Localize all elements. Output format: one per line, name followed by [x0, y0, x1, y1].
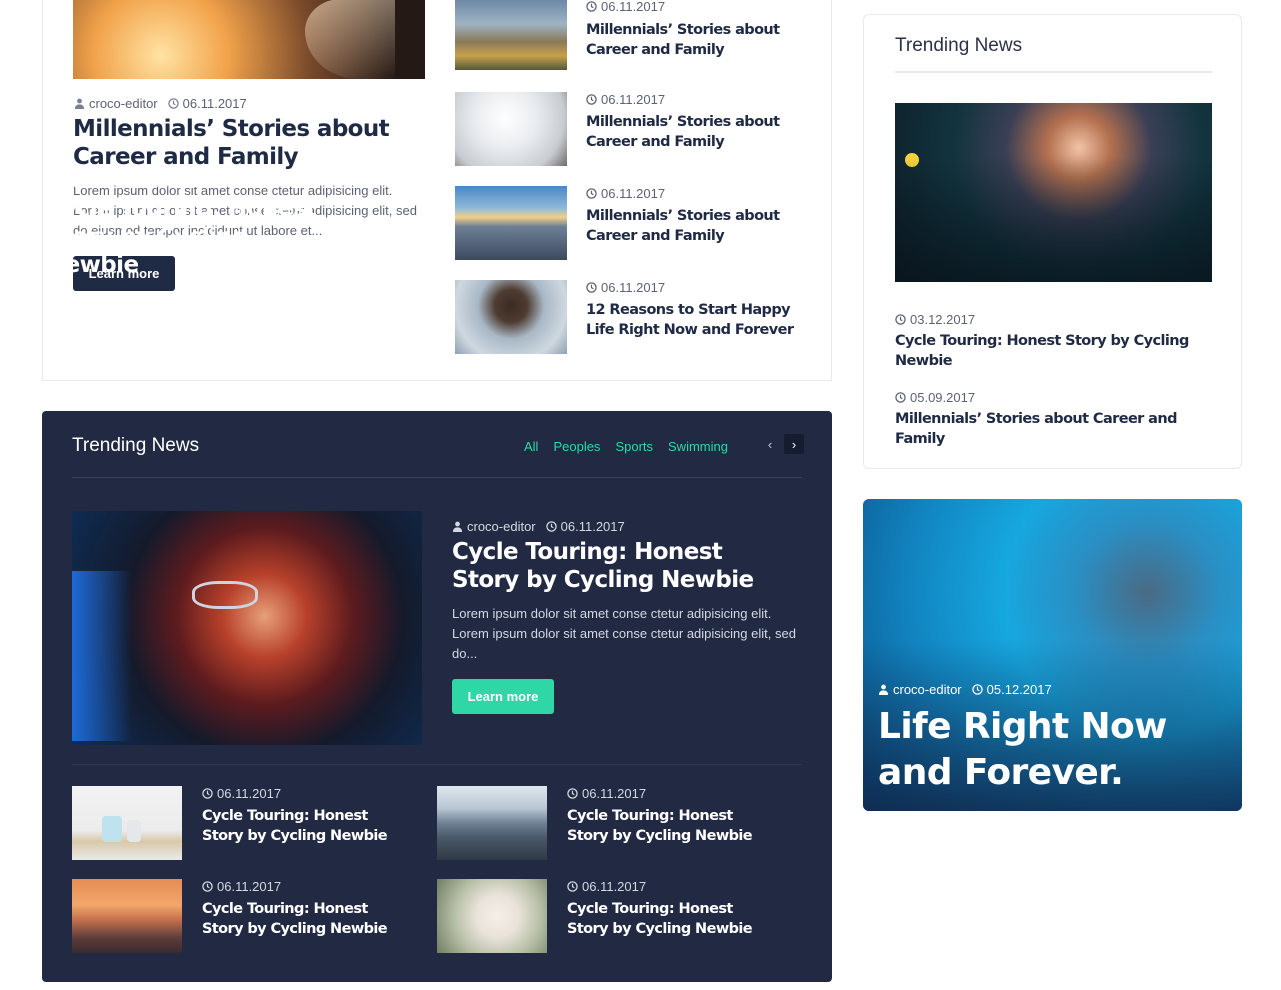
post-date: 06.11.2017 [217, 879, 282, 894]
list-item: 06.11.2017 Millennials’ Stories about Ca… [455, 0, 795, 76]
clock-icon [895, 392, 906, 403]
list-item: 06.11.2017 12 Reasons to Start Happy Lif… [455, 280, 795, 356]
list-item: 05.09.2017 Millennials’ Stories about Ca… [895, 390, 1195, 449]
post-title[interactable]: Cycle Touring: Honest Story by Cycling N… [202, 806, 412, 846]
list-item: 06.11.2017 Cycle Touring: Honest Story b… [72, 786, 412, 862]
list-item: 06.11.2017 Cycle Touring: Honest Story b… [437, 786, 777, 862]
post-thumbnail[interactable] [455, 0, 567, 70]
post-thumbnail[interactable] [72, 786, 182, 860]
featured-post-title[interactable]: Cycle Touring: Honest Story by Cycling N… [452, 538, 792, 594]
user-icon [74, 98, 85, 109]
post-title[interactable]: Millennials’ Stories about Career and Fa… [586, 206, 796, 246]
featured-post-author[interactable]: croco-editor [467, 519, 536, 534]
post-date: 03.12.2017 [910, 312, 976, 327]
clock-icon [971, 684, 983, 695]
post-date: 05.09.2017 [910, 390, 976, 405]
clock-icon [167, 98, 179, 109]
list-item: 06.11.2017 Millennials’ Stories about Ca… [455, 186, 795, 262]
trending-news-widget: Trending News 03.12.2017 Cycle Touring: … [863, 14, 1242, 469]
post-thumbnail[interactable] [437, 879, 547, 953]
post-title[interactable]: Millennials’ Stories about Career and Fa… [895, 409, 1195, 449]
featured-post-author[interactable]: croco-editor [61, 175, 130, 190]
clock-icon [545, 521, 557, 532]
hero-post-title[interactable]: Millennials’ Stories about Career and Fa… [73, 115, 413, 171]
tab-swimming[interactable]: Swimming [668, 439, 728, 454]
clock-icon [139, 177, 151, 188]
featured-post-date: 06.11.2017 [560, 519, 625, 534]
clock-icon [202, 881, 213, 892]
post-title[interactable]: 12 Reasons to Start Happy Life Right Now… [586, 300, 796, 340]
featured-post-excerpt: Lorem ipsum dolor sit amet conse ctetur … [452, 606, 796, 661]
user-icon [452, 521, 463, 532]
hero-post-author[interactable]: croco-editor [89, 96, 158, 111]
photo-post-meta: croco-editor 05.12.2017 [878, 682, 1052, 697]
divider [72, 477, 802, 478]
featured-post-image[interactable] [72, 511, 422, 745]
clock-icon [586, 1, 597, 12]
featured-posts-card: croco-editor 06.11.2017 Millennials’ Sto… [42, 0, 832, 381]
chevron-right-icon[interactable]: › [784, 434, 804, 454]
tab-sports[interactable]: Sports [615, 439, 653, 454]
tab-all[interactable]: All [524, 439, 538, 454]
featured-post-meta: croco-editor 04.12.2017 [46, 175, 220, 190]
block-title: Trending News [72, 435, 200, 456]
chevron-left-icon[interactable]: ‹ [760, 434, 780, 454]
clock-icon [895, 314, 906, 325]
photo-post-title[interactable]: Life Right Now and Forever. [878, 704, 1218, 796]
clock-icon [567, 881, 578, 892]
post-date: 06.11.2017 [601, 0, 666, 14]
post-date: 06.11.2017 [582, 879, 647, 894]
hero-post-date: 06.11.2017 [182, 96, 247, 111]
clock-icon [586, 282, 597, 293]
post-title[interactable]: Cycle Touring: Honest Story by Cycling N… [895, 331, 1195, 371]
learn-more-button[interactable]: Learn more [452, 679, 554, 714]
clock-icon [202, 788, 213, 799]
featured-post-title[interactable]: Cycle Touring: Honest Story by Cycling N… [46, 195, 346, 279]
clock-icon [586, 94, 597, 105]
carousel-nav: ‹ › [760, 434, 804, 454]
post-thumbnail[interactable] [455, 186, 567, 260]
list-item: 03.12.2017 Cycle Touring: Honest Story b… [895, 312, 1195, 371]
widget-title: Trending News [895, 35, 1023, 56]
user-icon [878, 684, 889, 695]
user-icon [46, 177, 57, 188]
post-date: 06.11.2017 [601, 186, 666, 201]
category-tabs: All Peoples Sports Swimming [524, 439, 728, 454]
post-title[interactable]: Millennials’ Stories about Career and Fa… [586, 112, 796, 152]
post-date: 06.11.2017 [217, 786, 282, 801]
featured-post-date: 04.12.2017 [154, 175, 220, 190]
post-date: 06.11.2017 [601, 92, 666, 107]
post-title[interactable]: Millennials’ Stories about Career and Fa… [586, 20, 796, 60]
post-date: 06.11.2017 [582, 786, 647, 801]
list-item: 06.11.2017 Millennials’ Stories about Ca… [455, 92, 795, 168]
post-title[interactable]: Cycle Touring: Honest Story by Cycling N… [567, 899, 777, 939]
hero-post-image[interactable] [73, 0, 425, 79]
post-thumbnail[interactable] [437, 786, 547, 860]
list-item: 06.11.2017 Cycle Touring: Honest Story b… [72, 879, 412, 955]
clock-icon [567, 788, 578, 799]
list-item: 06.11.2017 Cycle Touring: Honest Story b… [437, 879, 777, 955]
featured-post-image[interactable] [895, 103, 1212, 282]
photo-post-date: 05.12.2017 [986, 682, 1052, 697]
photo-post-author[interactable]: croco-editor [893, 682, 962, 697]
post-title[interactable]: Cycle Touring: Honest Story by Cycling N… [567, 806, 777, 846]
post-thumbnail[interactable] [72, 879, 182, 953]
tab-peoples[interactable]: Peoples [553, 439, 600, 454]
featured-post-meta: croco-editor 06.11.2017 [452, 519, 625, 534]
post-thumbnail[interactable] [455, 92, 567, 166]
divider [72, 764, 802, 765]
clock-icon [586, 188, 597, 199]
post-thumbnail[interactable] [455, 280, 567, 354]
hero-post-meta: croco-editor 06.11.2017 [74, 96, 247, 111]
divider [895, 71, 1212, 73]
post-title[interactable]: Cycle Touring: Honest Story by Cycling N… [202, 899, 412, 939]
post-date: 06.11.2017 [601, 280, 666, 295]
trending-news-block: Trending News All Peoples Sports Swimmin… [42, 411, 832, 982]
